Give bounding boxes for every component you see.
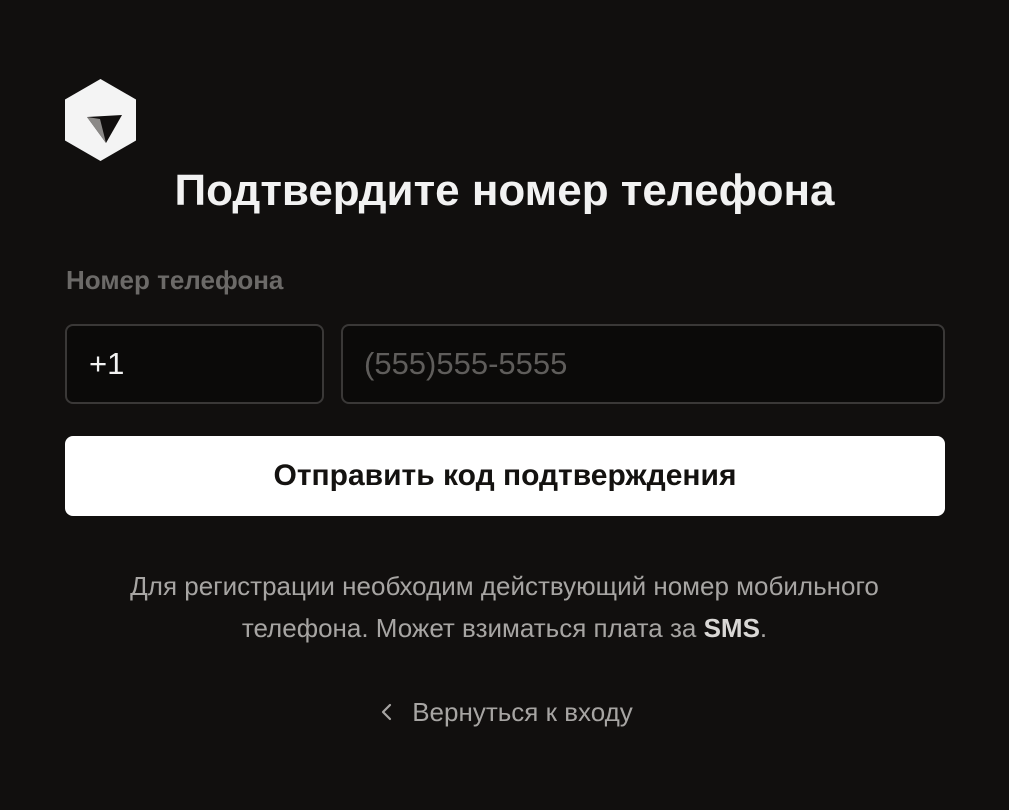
hint-line-2-end: . bbox=[759, 613, 768, 643]
country-code-input[interactable] bbox=[67, 326, 322, 402]
hint-line-1: Для регистрации необходим действующий но… bbox=[130, 571, 879, 601]
send-code-button[interactable]: Отправить код подтверждения bbox=[65, 436, 945, 516]
phone-number-label: Номер телефона bbox=[66, 265, 284, 295]
sms-emphasis: SMS bbox=[703, 613, 760, 643]
hint-line-2: телефона. Может взиматься плата за SMS. bbox=[0, 607, 1009, 649]
back-to-login-label: Вернуться к входу bbox=[412, 697, 633, 727]
back-to-login-link[interactable]: Вернуться к входу bbox=[0, 692, 1009, 732]
chevron-left-icon bbox=[382, 703, 392, 721]
hint-line-2-text: телефона. Может взиматься плата за bbox=[241, 613, 704, 643]
verify-phone-page: Подтвердите номер телефона Номер телефон… bbox=[0, 0, 1009, 810]
page-title: Подтвердите номер телефона bbox=[174, 166, 835, 215]
phone-number-input[interactable] bbox=[343, 326, 943, 402]
cube-logo-icon bbox=[65, 79, 136, 161]
country-code-field[interactable] bbox=[65, 324, 324, 404]
phone-number-field[interactable] bbox=[341, 324, 945, 404]
sms-hint-text: Для регистрации необходим действующий но… bbox=[0, 565, 1009, 649]
